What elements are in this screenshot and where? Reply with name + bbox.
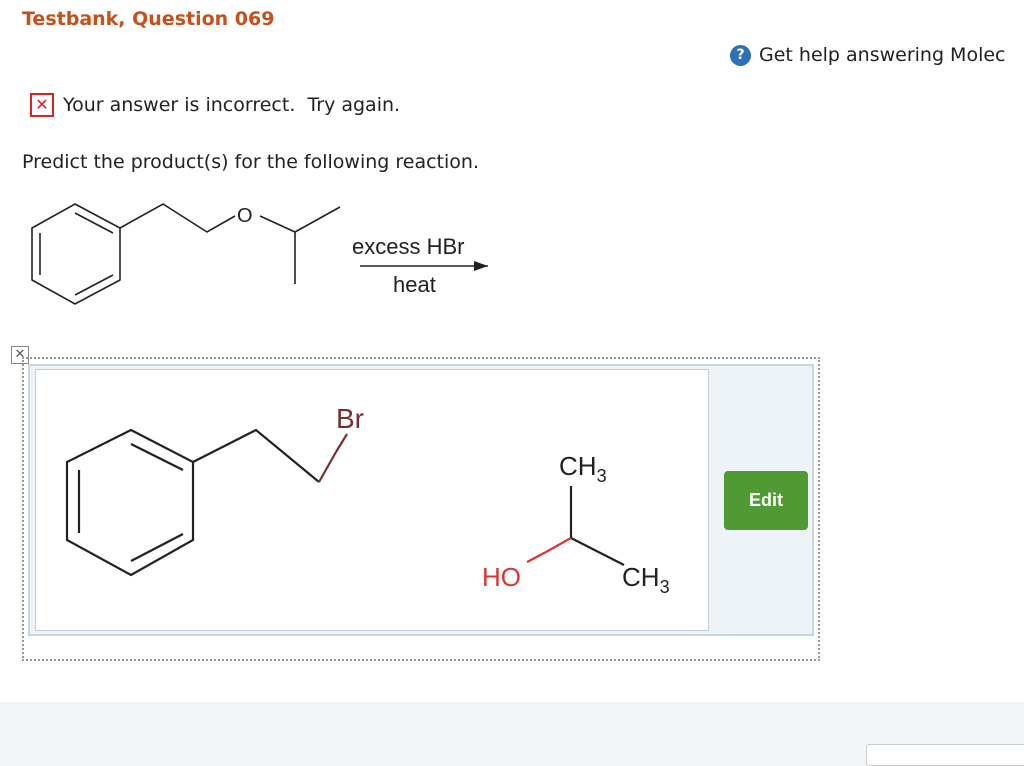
feedback-text: Your answer is incorrect. Try again.	[63, 94, 401, 116]
help-link-label: Get help answering Molec	[759, 44, 1006, 66]
reaction-scheme: O excess HBr heat	[31, 203, 488, 305]
answer-drawing[interactable]: Br CH3 HO CH3	[35, 369, 709, 631]
question-prompt: Predict the product(s) for the following…	[22, 151, 479, 173]
arrow-head	[474, 261, 488, 271]
question-title: Testbank, Question 069	[22, 8, 275, 30]
footer-input[interactable]	[866, 744, 1024, 766]
reagent-above: excess HBr	[352, 234, 464, 259]
bromine-label: Br	[336, 403, 364, 434]
methyl-top-label: CH3	[559, 451, 607, 486]
product-benzene-ring	[65, 428, 195, 577]
benzene-ring	[31, 203, 121, 305]
hydroxyl-label: HO	[482, 562, 521, 592]
question-circle-icon: ?	[730, 44, 751, 66]
help-link[interactable]: ? Get help answering Molec	[730, 44, 1006, 66]
product-bromoethylbenzene	[65, 428, 348, 577]
reactant-structure	[31, 203, 341, 305]
feedback-message: ✕ Your answer is incorrect. Try again.	[30, 93, 400, 117]
product-isopropanol	[526, 486, 625, 566]
product-structures: Br CH3 HO CH3	[65, 403, 670, 597]
methyl-right-label: CH3	[622, 562, 670, 597]
edit-button[interactable]: Edit	[724, 471, 808, 530]
x-mark-icon: ✕	[30, 93, 54, 117]
question-panel: Testbank, Question 069 ? Get help answer…	[0, 0, 1024, 702]
ether-oxygen-label: O	[237, 205, 253, 227]
reagent-below: heat	[393, 272, 436, 297]
